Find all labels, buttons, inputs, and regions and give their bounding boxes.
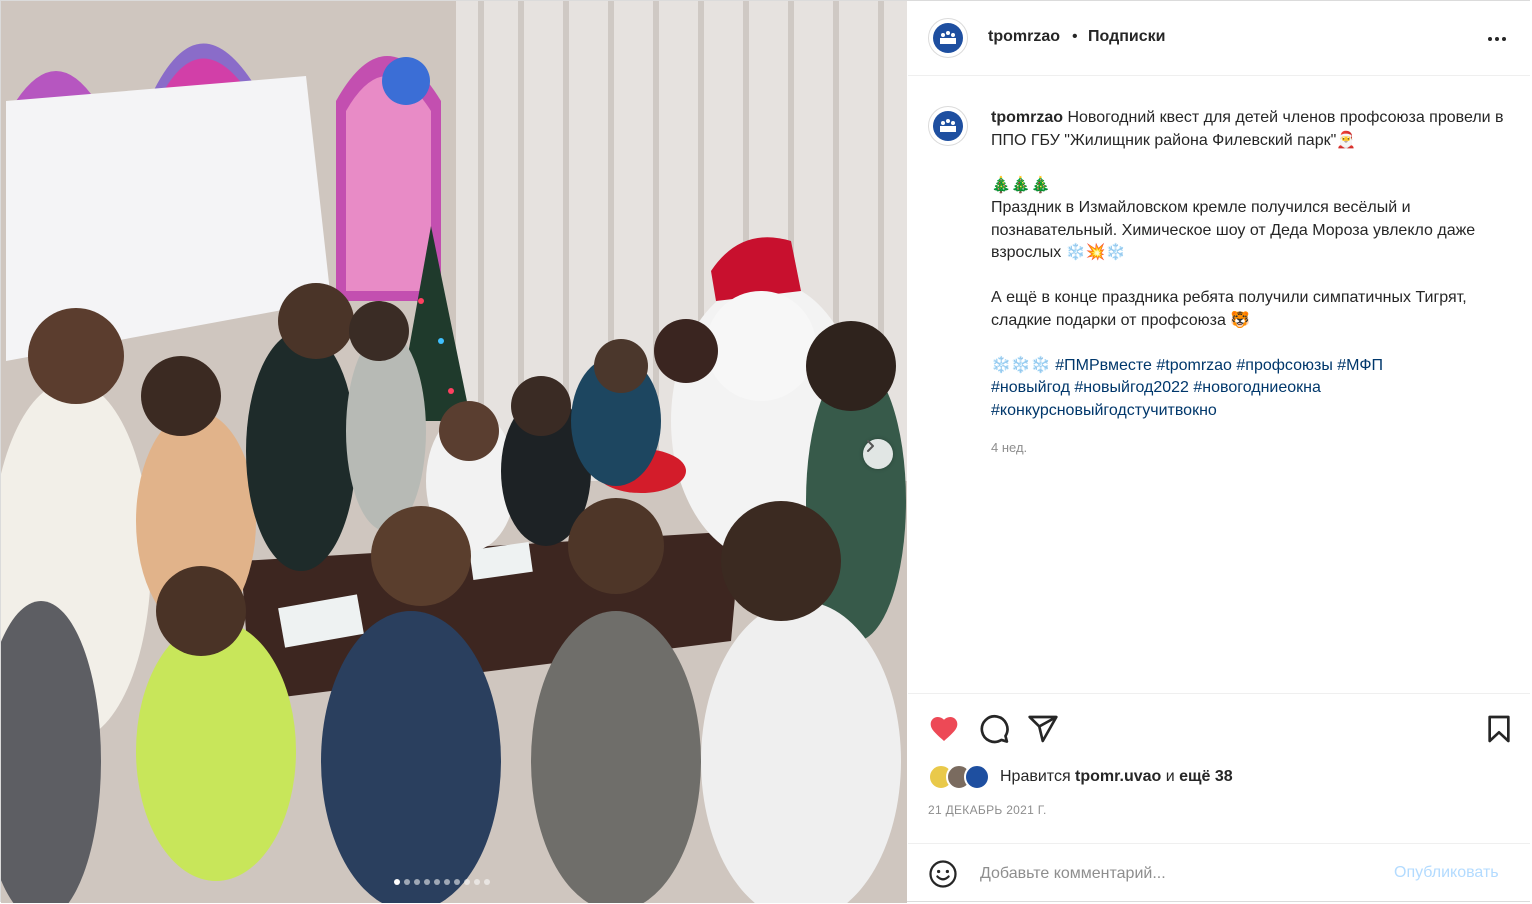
hashtag-link[interactable]: #новыйгод2022 (1074, 379, 1189, 396)
comment-icon (980, 715, 1009, 744)
post-photo[interactable] (1, 1, 907, 903)
next-slide-button[interactable] (863, 439, 893, 469)
publish-button[interactable]: Опубликовать (1394, 864, 1499, 882)
union-logo-icon (933, 23, 963, 53)
caption-username[interactable]: tpomrzao (991, 109, 1063, 126)
likes-text: Нравится tpomr.uvao и ещё 38 (1000, 768, 1233, 786)
hashtag-link[interactable]: #конкурсновыйгодстучитвокно (991, 402, 1217, 419)
likes-middle: и (1161, 768, 1180, 785)
carousel-dot (394, 879, 400, 885)
carousel-indicator (394, 879, 490, 885)
post-header: tpomrzao • Подписки (908, 1, 1530, 76)
carousel-dot (454, 879, 460, 885)
caption-timestamp[interactable]: 4 нед. (991, 440, 1027, 455)
like-button[interactable] (928, 713, 960, 745)
profile-avatar[interactable] (928, 18, 968, 58)
photo-illustration (1, 1, 907, 903)
likes-summary: Нравится tpomr.uvao и ещё 38 (928, 764, 1233, 790)
hashtag-link[interactable]: #новогодниеокна (1193, 379, 1321, 396)
more-horizontal-icon (1488, 37, 1506, 41)
emoji-smile-icon (929, 860, 957, 888)
carousel-dot (424, 879, 430, 885)
caption-paragraph-3: А ещё в конце праздника ребята получили … (991, 289, 1467, 329)
following-button[interactable]: Подписки (1088, 28, 1165, 46)
caption-intro: Новогодний квест для детей членов профсо… (991, 109, 1504, 149)
share-icon (1028, 715, 1058, 743)
separator-bullet: • (1072, 28, 1078, 45)
liker-avatar (964, 764, 990, 790)
carousel-dot (434, 879, 440, 885)
post-date[interactable]: 21 ДЕКАБРЬ 2021 Г. (928, 803, 1047, 817)
emoji-button[interactable] (928, 859, 958, 889)
add-comment-bar: Опубликовать (908, 843, 1530, 902)
chevron-right-icon (867, 440, 874, 452)
caption-avatar[interactable] (928, 106, 968, 146)
carousel-dot (474, 879, 480, 885)
caption-paragraph-2: Праздник в Измайловском кремле получился… (991, 199, 1476, 261)
caption-trees: 🎄🎄🎄 (991, 176, 1051, 194)
post-caption: tpomrzao Новогодний квест для детей член… (991, 107, 1521, 422)
hashtag-link[interactable]: #ПМРвместе (1055, 357, 1152, 374)
comment-button[interactable] (978, 713, 1010, 745)
share-button[interactable] (1027, 713, 1059, 745)
likes-others-link[interactable]: ещё 38 (1179, 768, 1233, 785)
more-options-button[interactable] (1483, 25, 1511, 53)
post-author-username[interactable]: tpomrzao (988, 28, 1060, 46)
comment-input[interactable] (978, 861, 1382, 887)
hashtags-prefix: ❄️❄️❄️ (991, 356, 1051, 374)
carousel-dot (414, 879, 420, 885)
hashtag-link[interactable]: #МФП (1337, 357, 1383, 374)
bookmark-icon (1488, 715, 1510, 743)
likes-user-link[interactable]: tpomr.uvao (1075, 768, 1161, 785)
hashtag-link[interactable]: #tpomrzao (1156, 357, 1232, 374)
comments-area: tpomrzao Новогодний квест для детей член… (908, 76, 1530, 693)
save-button[interactable] (1483, 713, 1515, 745)
hashtag-link[interactable]: #профсоюзы (1236, 357, 1332, 374)
likes-prefix: Нравится (1000, 768, 1076, 785)
carousel-dot (484, 879, 490, 885)
action-bar (908, 693, 1530, 754)
heart-filled-icon (930, 717, 958, 741)
union-logo-icon (933, 111, 963, 141)
carousel-dot (444, 879, 450, 885)
carousel-dot (464, 879, 470, 885)
post-side-panel: tpomrzao • Подписки tpomrzao Новогодний … (908, 1, 1530, 901)
caption-hashtags: ❄️❄️❄️ #ПМРвместе #tpomrzao #профсоюзы #… (991, 355, 1521, 423)
carousel-dot (404, 879, 410, 885)
hashtag-link[interactable]: #новыйгод (991, 379, 1070, 396)
